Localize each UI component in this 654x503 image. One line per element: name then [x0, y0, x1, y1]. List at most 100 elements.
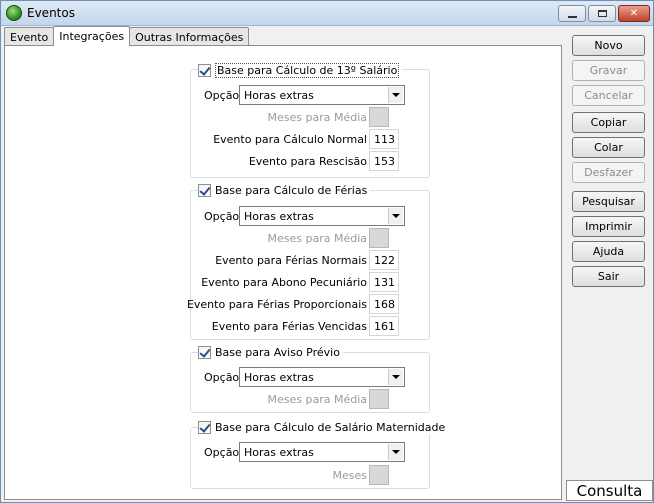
novo-button[interactable]: Novo	[572, 35, 645, 56]
status-mode: Consulta	[566, 480, 653, 501]
group-maternidade-header: Base para Cálculo de Salário Maternidade	[198, 421, 449, 434]
decimo-evento-rescisao-input[interactable]: 153	[369, 151, 399, 171]
tab-strip: Evento Integrações Outras Informações	[4, 26, 250, 46]
decimo-terceiro-title: Base para Cálculo de 13º Salário	[215, 63, 400, 78]
group-aviso-header: Base para Aviso Prévio	[198, 346, 343, 359]
maternidade-meses-label: Meses	[332, 469, 368, 482]
minimize-icon	[567, 15, 577, 18]
gravar-button[interactable]: Gravar	[572, 60, 645, 81]
title-bar[interactable]: Eventos ✕	[1, 1, 653, 26]
ferias-field-label: Evento para Férias Proporcionais	[186, 298, 367, 311]
ferias-field-row: Evento para Férias Proporcionais 168	[187, 294, 431, 314]
action-panel: Novo Gravar Cancelar Copiar Colar Desfaz…	[565, 27, 652, 501]
aviso-meses-row: Meses para Média	[191, 389, 431, 409]
decimo-meses-row: Meses para Média	[191, 107, 431, 127]
decimo-dropdown-button[interactable]	[388, 87, 403, 103]
decimo-option-row: Opção Horas extras	[191, 85, 431, 105]
maternidade-option-row: Opção Horas extras	[191, 442, 431, 462]
decimo-field-label: Evento para Cálculo Normal	[213, 133, 367, 146]
maternidade-dropdown-button[interactable]	[388, 444, 403, 460]
ferias-option-value: Horas extras	[244, 210, 314, 223]
decimo-option-label: Opção	[204, 89, 240, 102]
imprimir-button[interactable]: Imprimir	[572, 216, 645, 237]
maternidade-checkbox[interactable]	[198, 421, 211, 434]
ferias-abono-input[interactable]: 131	[369, 272, 399, 292]
decimo-option-value: Horas extras	[244, 89, 314, 102]
ferias-vencidas-input[interactable]: 161	[369, 316, 399, 336]
ferias-field-label: Evento para Abono Pecuniário	[201, 276, 367, 289]
desfazer-button[interactable]: Desfazer	[572, 162, 645, 183]
maternidade-meses-row: Meses	[191, 465, 431, 485]
ferias-checkbox[interactable]	[198, 184, 211, 197]
ferias-field-label: Evento para Férias Vencidas	[211, 320, 367, 333]
ferias-proporcionais-input[interactable]: 168	[369, 294, 399, 314]
ferias-option-label: Opção	[204, 210, 240, 223]
aviso-option-row: Opção Horas extras	[191, 367, 431, 387]
ferias-dropdown-button[interactable]	[388, 208, 403, 224]
group-decimo-terceiro: Base para Cálculo de 13º Salário Opção H…	[190, 63, 431, 178]
aviso-option-value: Horas extras	[244, 371, 314, 384]
group-ferias: Base para Cálculo de Férias Opção Horas …	[187, 184, 431, 340]
pesquisar-button-label: Pesquisar	[582, 195, 635, 208]
ferias-normais-input[interactable]: 122	[369, 250, 399, 270]
tab-integracoes[interactable]: Integrações	[53, 26, 131, 46]
ajuda-button[interactable]: Ajuda	[572, 241, 645, 262]
decimo-terceiro-checkbox[interactable]	[198, 64, 211, 77]
sair-button[interactable]: Sair	[572, 266, 645, 287]
gravar-button-label: Gravar	[589, 64, 628, 77]
ferias-meses-row: Meses para Média	[191, 228, 431, 248]
maternidade-option-label: Opção	[204, 446, 240, 459]
ferias-field-label: Evento para Férias Normais	[215, 254, 367, 267]
aviso-option-label: Opção	[204, 371, 240, 384]
ferias-option-row: Opção Horas extras	[191, 206, 431, 226]
ferias-meses-label: Meses para Média	[267, 232, 367, 245]
chevron-down-icon	[392, 214, 400, 218]
decimo-field-row: Evento para Cálculo Normal 113	[191, 129, 431, 149]
novo-button-label: Novo	[594, 39, 623, 52]
group-decimo-terceiro-header: Base para Cálculo de 13º Salário	[198, 63, 403, 78]
ferias-option-select[interactable]: Horas extras	[239, 206, 405, 226]
ferias-field-row: Evento para Abono Pecuniário 131	[191, 272, 431, 292]
decimo-evento-normal-input[interactable]: 113	[369, 129, 399, 149]
eventos-window: Eventos ✕ Evento Integrações Outras Info…	[0, 0, 654, 503]
decimo-meses-label: Meses para Média	[267, 111, 367, 124]
copiar-button[interactable]: Copiar	[572, 112, 645, 133]
decimo-meses-input	[369, 107, 389, 127]
window-title: Eventos	[27, 6, 75, 20]
aviso-meses-input	[369, 389, 389, 409]
app-icon	[6, 5, 22, 21]
maternidade-option-value: Horas extras	[244, 446, 314, 459]
ferias-meses-input	[369, 228, 389, 248]
chevron-down-icon	[392, 375, 400, 379]
sair-button-label: Sair	[597, 270, 620, 283]
copiar-button-label: Copiar	[590, 116, 627, 129]
decimo-option-select[interactable]: Horas extras	[239, 85, 405, 105]
pesquisar-button[interactable]: Pesquisar	[572, 191, 645, 212]
colar-button-label: Colar	[594, 141, 623, 154]
minimize-button[interactable]	[558, 5, 586, 22]
desfazer-button-label: Desfazer	[584, 166, 633, 179]
integracoes-panel: Base para Cálculo de 13º Salário Opção H…	[4, 45, 562, 500]
aviso-option-select[interactable]: Horas extras	[239, 367, 405, 387]
ferias-title: Base para Cálculo de Férias	[215, 184, 368, 197]
aviso-meses-label: Meses para Média	[267, 393, 367, 406]
imprimir-button-label: Imprimir	[585, 220, 632, 233]
tab-evento[interactable]: Evento	[4, 27, 55, 46]
ferias-field-row: Evento para Férias Normais 122	[191, 250, 431, 270]
ferias-field-row: Evento para Férias Vencidas 161	[191, 316, 431, 336]
aviso-dropdown-button[interactable]	[388, 369, 403, 385]
colar-button[interactable]: Colar	[572, 137, 645, 158]
group-ferias-header: Base para Cálculo de Férias	[198, 184, 371, 197]
cancelar-button[interactable]: Cancelar	[572, 85, 645, 106]
maximize-button[interactable]	[588, 5, 616, 22]
aviso-checkbox[interactable]	[198, 346, 211, 359]
tab-outras-informacoes[interactable]: Outras Informações	[129, 27, 250, 46]
group-maternidade: Base para Cálculo de Salário Maternidade…	[190, 421, 449, 489]
chevron-down-icon	[392, 93, 400, 97]
maximize-icon	[597, 10, 607, 17]
decimo-field-row: Evento para Rescisão 153	[191, 151, 431, 171]
maternidade-option-select[interactable]: Horas extras	[239, 442, 405, 462]
maternidade-meses-input	[369, 465, 389, 485]
chevron-down-icon	[392, 450, 400, 454]
close-button[interactable]: ✕	[618, 5, 650, 22]
